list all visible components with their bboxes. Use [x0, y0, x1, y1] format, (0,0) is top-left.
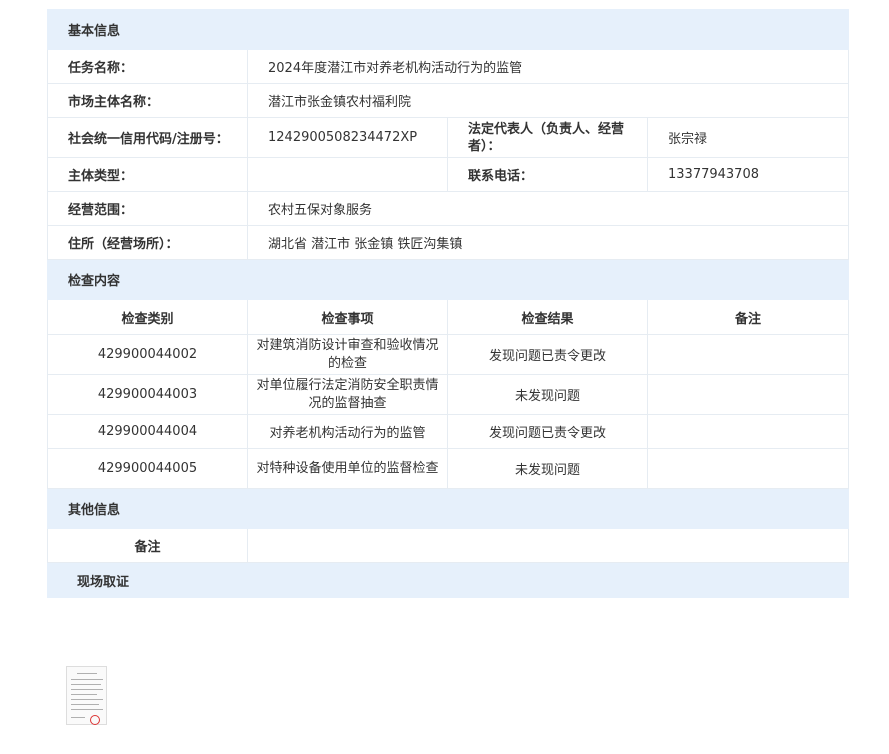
- legal-rep-value: 张宗禄: [646, 117, 850, 158]
- table-row: 429900044003 对单位履行法定消防安全职责情况的监督抽查 未发现问题: [47, 374, 850, 415]
- section-other-info: 其他信息: [46, 488, 850, 529]
- row-note: [646, 334, 850, 375]
- section-inspection: 检查内容: [46, 259, 850, 300]
- row-result: 未发现问题: [447, 448, 648, 489]
- task-name-value: 2024年度潜江市对养老机构活动行为的监管: [246, 49, 850, 84]
- address-label: 住所（经营场所）：: [47, 225, 248, 260]
- table-row: 429900044005 对特种设备使用单位的监督检查 未发现问题: [47, 448, 850, 489]
- business-scope-value: 农村五保对象服务: [246, 191, 850, 226]
- table-row: 429900044004 对养老机构活动行为的监管 发现问题已责令更改: [47, 414, 850, 449]
- entity-type-value: [247, 157, 448, 192]
- credit-code-label: 社会统一信用代码/注册号：: [47, 117, 248, 158]
- row-item: 对养老机构活动行为的监管: [247, 414, 448, 449]
- legal-rep-label: 法定代表人（负责人、经营者）：: [447, 117, 648, 158]
- task-name-label: 任务名称：: [47, 49, 248, 84]
- row-item: 对单位履行法定消防安全职责情况的监督抽查: [247, 374, 448, 415]
- business-scope-label: 经营范围：: [47, 191, 248, 226]
- entity-name-label: 市场主体名称：: [47, 83, 248, 118]
- row-note: [646, 374, 850, 415]
- row-category: 429900044002: [47, 334, 248, 375]
- header-result: 检查结果: [447, 299, 648, 335]
- row-note: [646, 448, 850, 489]
- row-category: 429900044003: [47, 374, 248, 415]
- basic-info-table: 基本信息 任务名称： 2024年度潜江市对养老机构活动行为的监管 市场主体名称：…: [46, 9, 850, 598]
- red-stamp-icon: [90, 715, 100, 725]
- evidence-photo-thumbnail[interactable]: [66, 666, 107, 725]
- row-category: 429900044005: [47, 448, 248, 489]
- row-result: 未发现问题: [447, 374, 648, 415]
- other-note-label: 备注: [47, 528, 248, 563]
- entity-type-label: 主体类型：: [47, 157, 248, 192]
- row-result: 发现问题已责令更改: [447, 334, 648, 375]
- address-value: 湖北省 潜江市 张金镇 铁匠沟集镇: [246, 225, 850, 260]
- inspection-header-row: 检查类别 检查事项 检查结果 备注: [47, 299, 850, 335]
- phone-value: 13377943708: [646, 157, 850, 192]
- header-item: 检查事项: [247, 299, 448, 335]
- other-note-value: [246, 528, 850, 563]
- row-note: [646, 414, 850, 449]
- table-row: 429900044002 对建筑消防设计审查和验收情况的检查 发现问题已责令更改: [47, 334, 850, 375]
- phone-label: 联系电话：: [447, 157, 648, 192]
- entity-name-value: 潜江市张金镇农村福利院: [246, 83, 850, 118]
- header-note: 备注: [646, 299, 850, 335]
- row-item: 对建筑消防设计审查和验收情况的检查: [247, 334, 448, 375]
- inspection-record: 基本信息 任务名称： 2024年度潜江市对养老机构活动行为的监管 市场主体名称：…: [46, 9, 850, 598]
- section-evidence: 现场取证: [46, 562, 850, 598]
- row-result: 发现问题已责令更改: [447, 414, 648, 449]
- section-basic-info: 基本信息: [46, 9, 850, 50]
- row-item: 对特种设备使用单位的监督检查: [247, 448, 448, 489]
- credit-code-value: 1242900508234472XP: [247, 117, 448, 158]
- row-category: 429900044004: [47, 414, 248, 449]
- header-category: 检查类别: [47, 299, 248, 335]
